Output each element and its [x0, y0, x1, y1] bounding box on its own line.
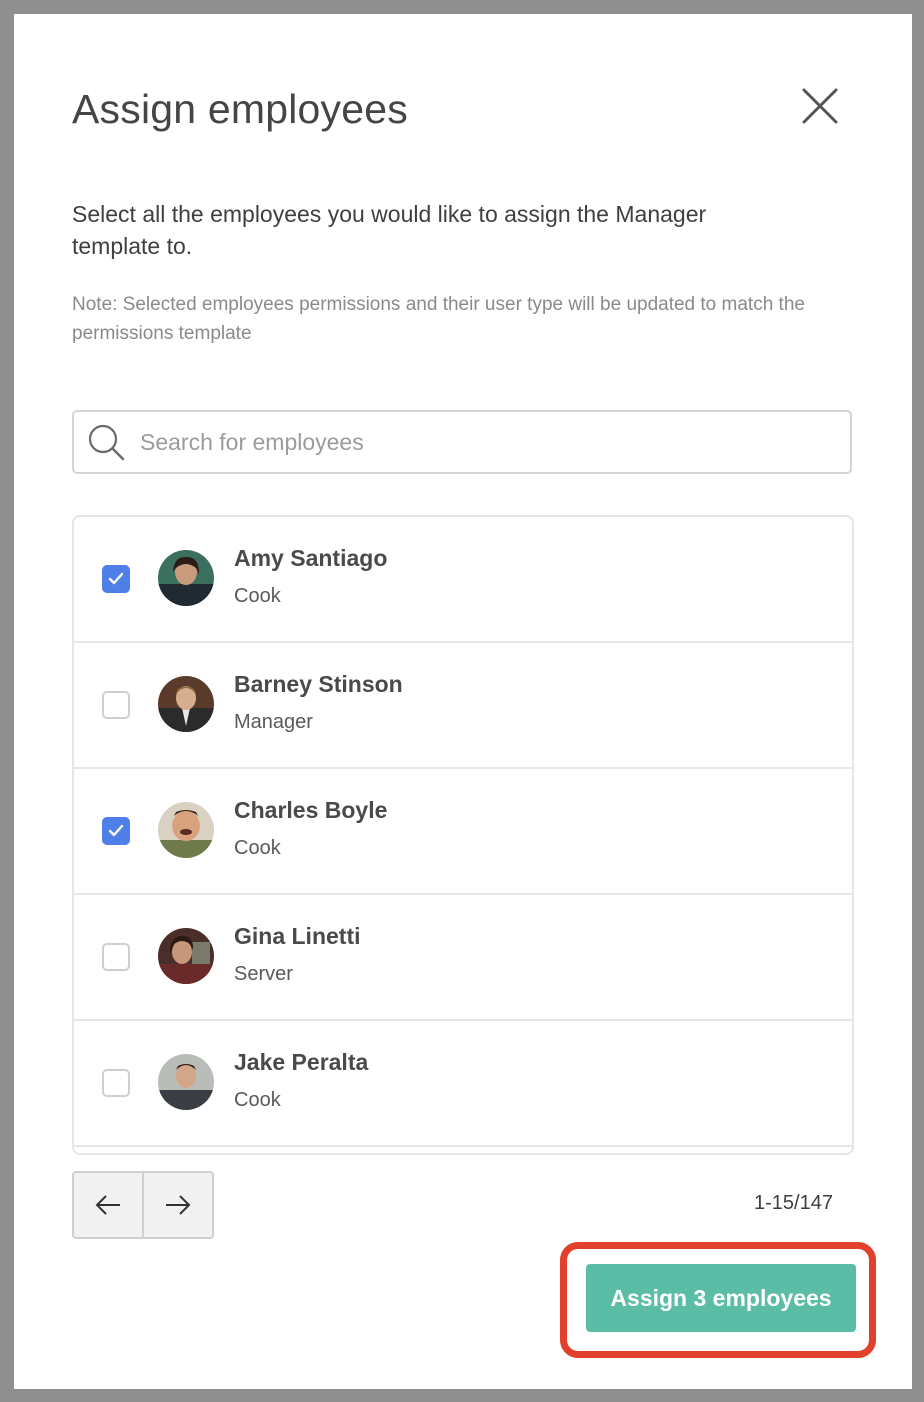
- pagination-controls: [72, 1171, 214, 1239]
- avatar: [158, 802, 214, 858]
- close-icon: [802, 88, 838, 124]
- checkmark-icon: [108, 824, 124, 837]
- checkmark-icon: [108, 572, 124, 585]
- avatar: [158, 550, 214, 606]
- dialog-title: Assign employees: [72, 86, 408, 132]
- avatar: [158, 1054, 214, 1110]
- close-button[interactable]: [800, 86, 840, 126]
- search-icon: [88, 424, 125, 461]
- assign-employees-dialog: Assign employees Select all the employee…: [14, 14, 912, 1389]
- dialog-note: Note: Selected employees permissions and…: [72, 294, 805, 344]
- search-input[interactable]: [138, 427, 802, 457]
- avatar: [158, 676, 214, 732]
- employee-name: Jake Peralta: [234, 1049, 369, 1075]
- employee-role: Manager: [234, 711, 313, 733]
- employee-checkbox-checked[interactable]: [102, 817, 130, 845]
- employee-checkbox[interactable]: [102, 1069, 130, 1097]
- employee-name: Amy Santiago: [234, 545, 388, 571]
- prev-page-button[interactable]: [74, 1173, 142, 1237]
- employee-name: Charles Boyle: [234, 797, 388, 823]
- next-page-button[interactable]: [142, 1173, 212, 1237]
- employee-role: Cook: [234, 1089, 281, 1111]
- list-item[interactable]: Barney Stinson Manager: [74, 643, 852, 769]
- employee-checkbox[interactable]: [102, 691, 130, 719]
- employee-checkbox-checked[interactable]: [102, 565, 130, 593]
- employee-name: Barney Stinson: [234, 671, 403, 697]
- avatar: [158, 928, 214, 984]
- employee-role: Cook: [234, 837, 281, 859]
- employee-checkbox[interactable]: [102, 943, 130, 971]
- list-item[interactable]: Jake Peralta Cook: [74, 1021, 852, 1147]
- employee-role: Cook: [234, 585, 281, 607]
- employee-role: Server: [234, 963, 293, 985]
- assign-employees-button[interactable]: Assign 3 employees: [586, 1264, 856, 1332]
- arrow-left-icon: [95, 1195, 120, 1215]
- arrow-right-icon: [166, 1195, 191, 1215]
- pagination-range: 1-15/147: [754, 1192, 833, 1214]
- employee-list[interactable]: Amy Santiago Cook Barney Stinson Manager: [72, 515, 854, 1155]
- dialog-description: Select all the employees you would like …: [72, 201, 707, 259]
- search-box[interactable]: [72, 410, 852, 474]
- list-item[interactable]: Gina Linetti Server: [74, 895, 852, 1021]
- employee-name: Gina Linetti: [234, 923, 361, 949]
- list-item[interactable]: Amy Santiago Cook: [74, 517, 852, 643]
- list-item[interactable]: Charles Boyle Cook: [74, 769, 852, 895]
